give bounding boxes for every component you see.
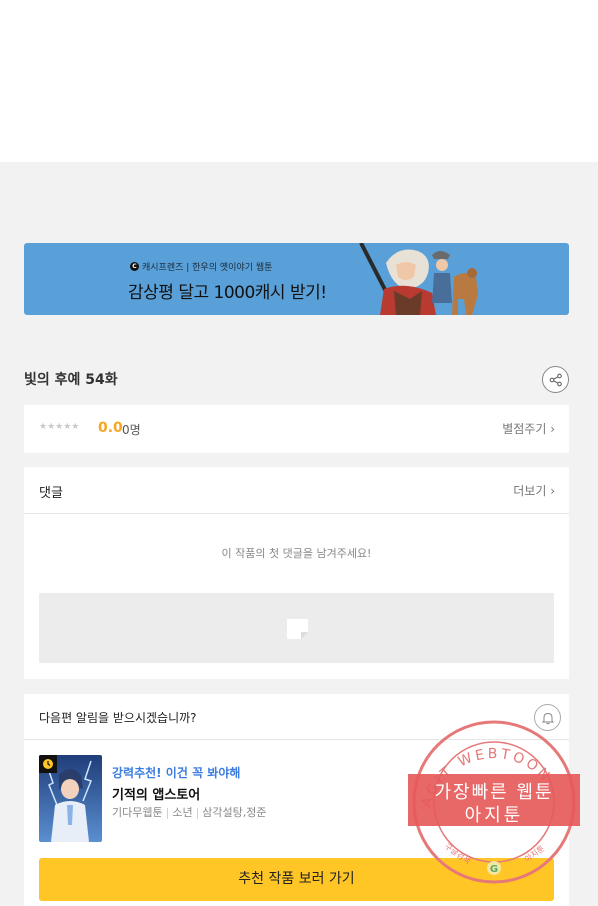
comment-card: 댓글 더보기 › 이 작품의 첫 댓글을 남겨주세요! — [24, 467, 569, 679]
recommendation-meta: 기다무웹툰 | 소년 | 삼각설탕,정준 — [112, 806, 267, 819]
comment-header: 댓글 더보기 › — [24, 467, 569, 514]
rating-count: 0명 — [122, 423, 141, 437]
recommended-thumbnail[interactable] — [39, 755, 102, 842]
rate-button[interactable]: 별점주기 › — [502, 420, 555, 437]
meta-category: 기다무웹툰 — [112, 806, 163, 819]
recommendation-tag: 강력추천! 이건 꼭 봐야해 — [112, 766, 241, 780]
empty-comment-message: 이 작품의 첫 댓글을 남겨주세요! — [221, 547, 372, 560]
notify-header: 다음편 알림을 받으시겠습니까? — [24, 694, 569, 740]
notify-question: 다음편 알림을 받으시겠습니까? — [39, 711, 197, 725]
banner-title: 감상평 달고 1000캐시 받기! — [128, 283, 327, 303]
promo-banner[interactable]: C 캐시프렌즈 | 한우의 옛이야기 웹툰 감상평 달고 1000캐시 받기! — [24, 243, 569, 315]
comment-label: 댓글 — [39, 486, 63, 501]
rating-stars: ★★★★★ — [39, 422, 80, 432]
recommendation-title[interactable]: 기적의 앱스토어 — [112, 784, 200, 803]
banner-illustration — [359, 243, 478, 315]
bell-icon — [541, 712, 554, 724]
top-blank-area — [0, 0, 598, 162]
share-icon — [549, 373, 562, 386]
share-button[interactable] — [542, 366, 569, 393]
comment-input-box[interactable] — [39, 593, 554, 663]
wait-free-badge — [39, 755, 57, 773]
notify-card: 다음편 알림을 받으시겠습니까? 강력추천! 이건 꼭 봐야해 기적의 앱스토어… — [24, 694, 569, 906]
rating-score: 0.0 — [98, 420, 123, 436]
cashfriends-logo-icon: C — [130, 262, 139, 271]
episode-title: 빛의 후예 54화 — [24, 372, 118, 388]
notify-bell-button[interactable] — [534, 704, 561, 731]
comment-placeholder-icon — [287, 619, 308, 639]
meta-authors: 삼각설탕,정준 — [202, 806, 267, 819]
banner-subtitle-text: 캐시프렌즈 | 한우의 옛이야기 웹툰 — [142, 263, 273, 273]
banner-subtitle: C 캐시프렌즈 | 한우의 옛이야기 웹툰 — [130, 260, 272, 273]
clock-icon — [43, 759, 53, 769]
rating-card: ★★★★★ 0.0 0명 별점주기 › — [24, 405, 569, 453]
go-to-recommendation-button[interactable]: 추천 작품 보러 가기 — [39, 858, 554, 901]
meta-genre: 소년 — [172, 806, 193, 819]
comment-more-link[interactable]: 더보기 › — [513, 482, 555, 499]
